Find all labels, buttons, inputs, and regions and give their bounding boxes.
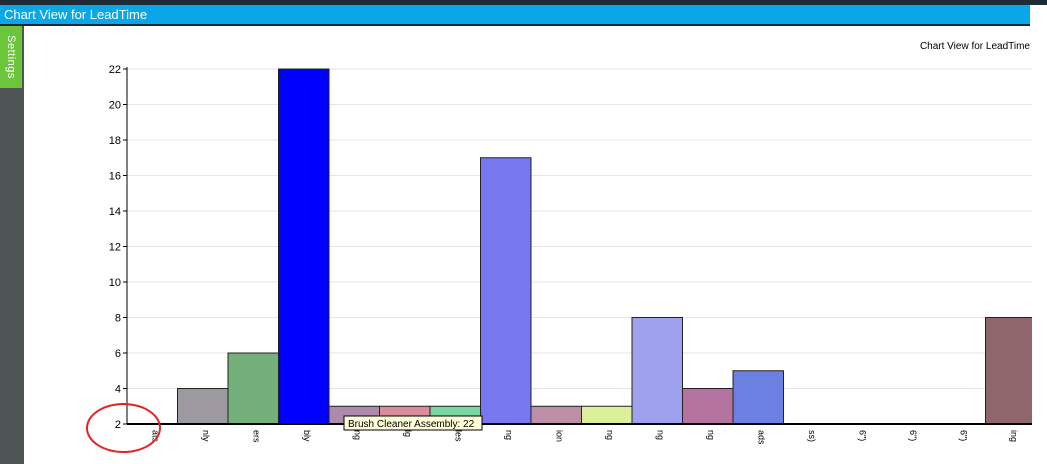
x-tick-label: 6")	[908, 430, 918, 441]
y-tick-label: 2	[115, 419, 121, 431]
x-tick-label: ss)	[807, 430, 817, 442]
x-tick-label: ng	[605, 430, 615, 440]
x-tick-label: ing	[1009, 430, 1019, 442]
bar	[480, 157, 532, 425]
x-tick-label: ng	[706, 430, 716, 440]
tooltip-text: Brush Cleaner Assembly: 22	[348, 419, 475, 430]
bar	[985, 317, 1032, 425]
settings-tab[interactable]: Settings	[0, 26, 22, 88]
titlebar-gap	[1030, 5, 1047, 24]
bar	[631, 317, 683, 425]
x-tick-label: les	[453, 430, 463, 442]
chart-title: Chart View for LeadTime	[920, 41, 1030, 52]
y-tick-label: 12	[109, 242, 121, 254]
x-tick-label: nly	[201, 430, 211, 442]
x-tick-label: ads	[756, 430, 766, 445]
bar	[581, 405, 633, 425]
y-tick-label: 20	[109, 100, 121, 112]
x-tick-label: ats	[150, 430, 160, 443]
y-tick-label: 18	[109, 135, 121, 147]
x-tick-label: ers	[251, 430, 261, 443]
bar	[278, 68, 330, 425]
bar	[732, 370, 784, 425]
y-tick-label: 6	[115, 348, 121, 360]
x-tick-label: ng	[352, 430, 362, 440]
x-tick-label: 6")	[958, 430, 968, 441]
bar-tooltip: Brush Cleaner Assembly: 22	[343, 415, 483, 431]
y-tick-label: 16	[109, 171, 121, 183]
x-tick-label: ng	[655, 430, 665, 440]
y-tick-label: 10	[109, 277, 121, 289]
bar-chart: 2 4 6 8 10 12 14 16 18 20 22 ats nly ers bly ng lg les ng…	[109, 41, 1032, 445]
bar	[177, 388, 229, 425]
x-tick-label: ng	[504, 430, 514, 440]
y-tick-label: 4	[115, 384, 121, 396]
settings-tab-label: Settings	[5, 35, 17, 79]
x-tick-label: lg	[403, 430, 413, 437]
y-tick-label: 14	[109, 206, 121, 218]
y-tick-label: 8	[115, 313, 121, 325]
y-tick-label: 22	[109, 64, 121, 76]
sidebar: Settings	[0, 26, 24, 464]
bar	[682, 388, 734, 425]
bar	[227, 352, 279, 425]
window-title: Chart View for LeadTime	[0, 5, 1030, 24]
x-tick-label: 6")	[857, 430, 867, 441]
bar	[530, 405, 582, 425]
x-tick-label: bly	[302, 430, 312, 442]
x-tick-label: ion	[554, 430, 564, 442]
chart-area: 2 4 6 8 10 12 14 16 18 20 22 ats nly ers bly ng lg les ng…	[24, 26, 1032, 464]
